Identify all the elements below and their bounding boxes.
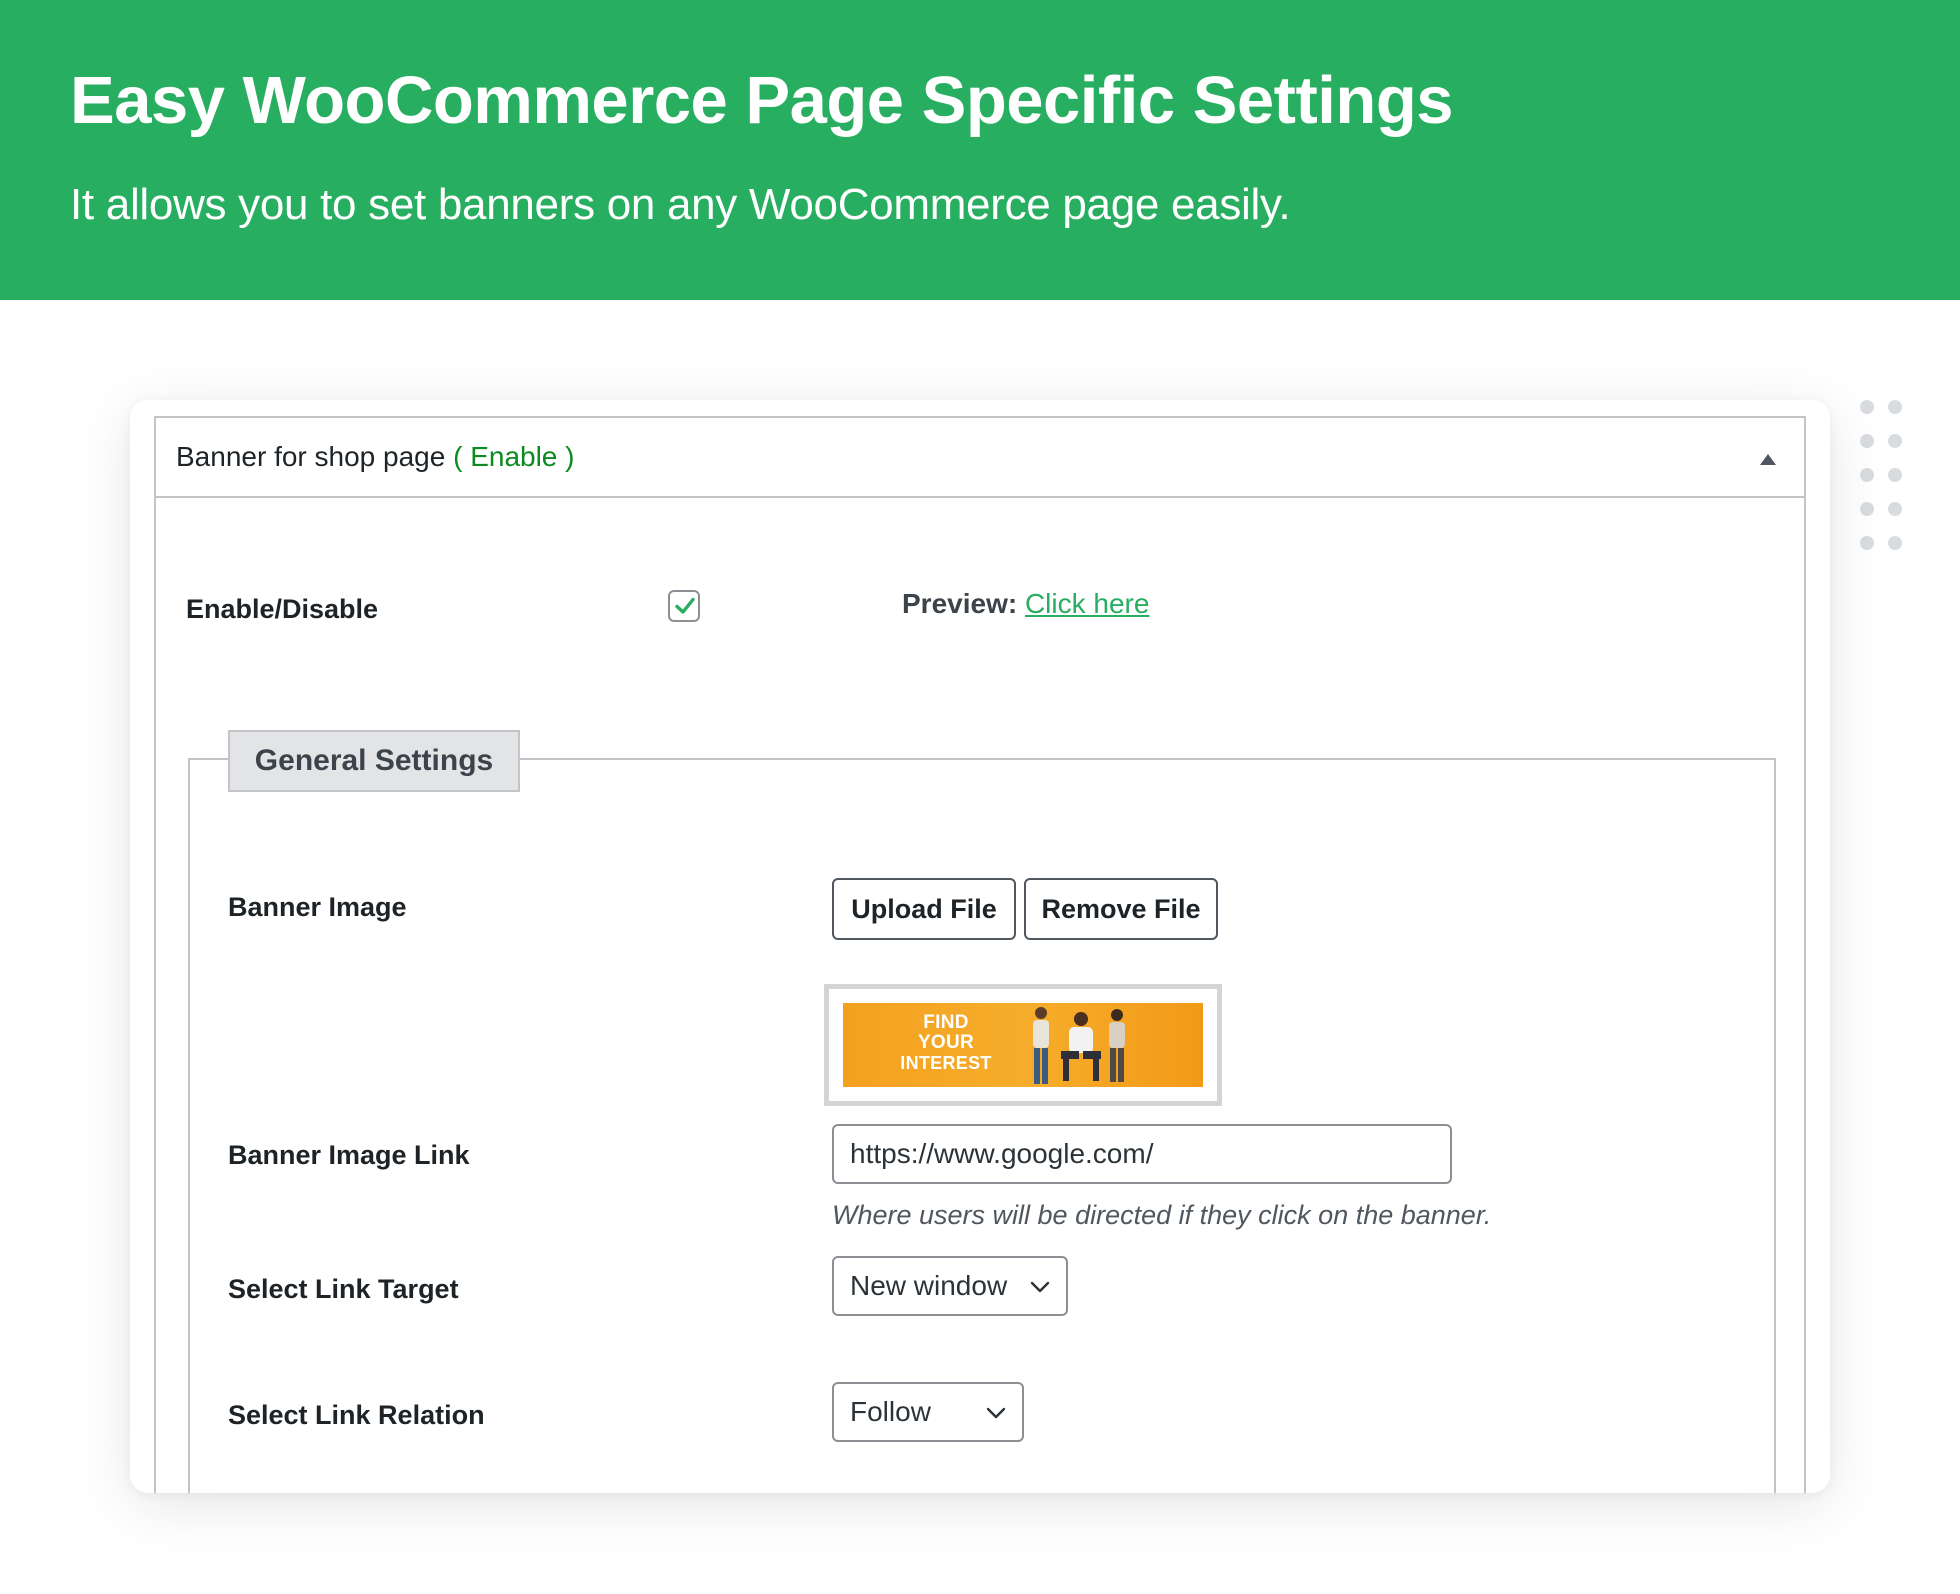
link-target-select[interactable]: New window [832, 1256, 1068, 1316]
chevron-down-icon [986, 1407, 1006, 1419]
preview: Preview: Click here [902, 588, 1149, 620]
link-relation-select[interactable]: Follow [832, 1382, 1024, 1442]
collapse-arrow-icon[interactable] [1760, 454, 1776, 465]
chevron-down-icon [1030, 1281, 1050, 1293]
settings-card: Banner for shop page ( Enable ) Enable/D… [130, 400, 1830, 1493]
general-settings-legend: General Settings [228, 730, 520, 792]
preview-label: Preview: [902, 588, 1018, 619]
banner-settings-panel: Banner for shop page ( Enable ) Enable/D… [154, 416, 1806, 1493]
hero-banner: Easy WooCommerce Page Specific Settings … [0, 0, 1960, 300]
preview-link[interactable]: Click here [1025, 588, 1149, 619]
link-relation-label: Select Link Relation [228, 1400, 485, 1430]
banner-image-label: Banner Image [228, 892, 407, 922]
hero-title: Easy WooCommerce Page Specific Settings [70, 63, 1454, 138]
people-illustration [1033, 1007, 1125, 1084]
banner-image: FIND YOUR INTEREST [843, 1003, 1203, 1087]
panel-title: Banner for shop page ( Enable ) [176, 441, 575, 473]
checkmark-icon [675, 597, 695, 614]
panel-header[interactable]: Banner for shop page ( Enable ) [156, 418, 1804, 498]
enable-disable-label: Enable/Disable [186, 594, 379, 624]
general-settings-title: General Settings [254, 744, 494, 777]
hero-subtitle: It allows you to set banners on any WooC… [70, 180, 1291, 229]
panel-title-text: Banner for shop page [176, 441, 446, 472]
link-target-value: New window [850, 1270, 1008, 1301]
upload-file-button[interactable]: Upload File [832, 878, 1016, 940]
decorative-dots [1856, 398, 1906, 558]
remove-file-button[interactable]: Remove File [1024, 878, 1218, 940]
link-relation-value: Follow [850, 1396, 931, 1427]
link-target-label: Select Link Target [228, 1274, 459, 1304]
banner-thumbnail: FIND YOUR INTEREST [824, 984, 1222, 1106]
banner-link-input[interactable]: https://www.google.com/ [832, 1124, 1452, 1184]
panel-status: ( Enable ) [453, 441, 575, 472]
enable-checkbox[interactable] [668, 590, 700, 622]
banner-image-link-label: Banner Image Link [228, 1140, 470, 1170]
banner-link-help: Where users will be directed if they cli… [832, 1200, 1492, 1230]
banner-image-text: FIND YOUR INTEREST [900, 1012, 992, 1074]
